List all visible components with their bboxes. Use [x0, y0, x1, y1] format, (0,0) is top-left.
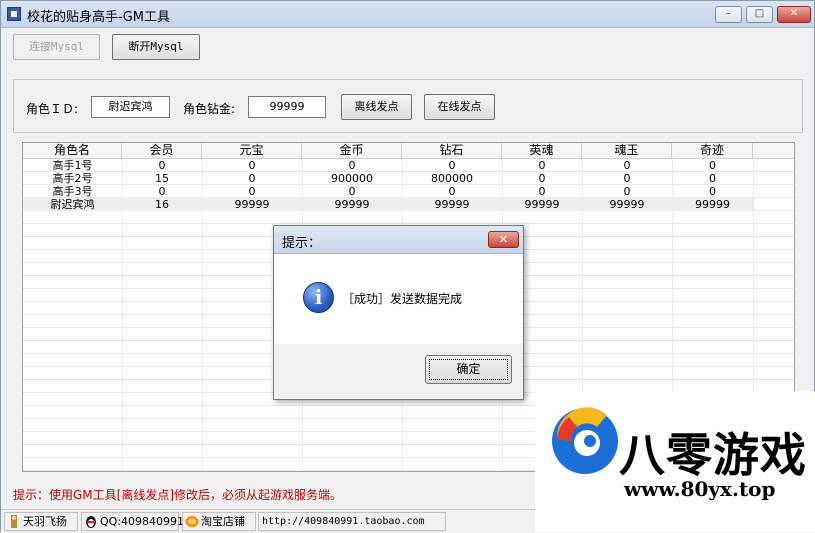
title-bar[interactable]: 校花的贴身高手-GM工具 – □ ✕	[1, 1, 814, 28]
table-cell[interactable]: 高手3号	[23, 185, 122, 198]
dialog-message: ［成功］发送数据完成	[342, 292, 463, 306]
column-header[interactable]: 奇迹	[672, 143, 753, 158]
shop-text: 淘宝店铺	[201, 515, 245, 528]
offline-send-button[interactable]: 离线发点	[341, 94, 412, 120]
column-header[interactable]: 金币	[302, 143, 402, 158]
online-send-button[interactable]: 在线发点	[424, 94, 495, 120]
message-dialog: 提示： ✕ i ［成功］发送数据完成 确定	[273, 225, 524, 400]
table-cell[interactable]: 0	[672, 172, 753, 185]
connect-mysql-button[interactable]: 连接Mysql	[13, 34, 100, 60]
table-cell[interactable]: 99999	[402, 198, 502, 211]
column-header[interactable]: 会员	[122, 143, 202, 158]
window-title: 校花的贴身高手-GM工具	[27, 10, 170, 25]
diamond-label: 角色钻金:	[183, 102, 236, 116]
table-cell[interactable]: 0	[502, 185, 582, 198]
info-icon: i	[303, 282, 334, 313]
table-cell[interactable]: 800000	[402, 172, 502, 185]
person-icon	[11, 515, 17, 528]
table-cell[interactable]: 0	[302, 159, 402, 172]
table-cell[interactable]: 0	[302, 185, 402, 198]
table-cell[interactable]: 0	[582, 172, 672, 185]
table-cell[interactable]: 0	[402, 159, 502, 172]
table-cell[interactable]: 0	[202, 185, 302, 198]
dialog-title: 提示：	[282, 236, 322, 251]
qq-text: QQ:409840991	[100, 515, 185, 528]
send-points-group: 角色ＩＤ: 尉迟宾鸿 角色钻金: 99999 离线发点 在线发点	[13, 79, 803, 133]
column-header[interactable]: 角色名	[23, 143, 122, 158]
hint-text: 提示：使用GM工具[离线发点]修改后，必须从起游戏服务端。	[13, 488, 343, 502]
table-cell[interactable]: 高手2号	[23, 172, 122, 185]
table-cell[interactable]: 900000	[302, 172, 402, 185]
column-header[interactable]: 英魂	[502, 143, 582, 158]
author-text: 天羽飞扬	[23, 515, 67, 528]
app-icon	[7, 7, 21, 21]
table-cell[interactable]: 0	[122, 159, 202, 172]
watermark-logo-icon	[552, 407, 618, 474]
status-author: 天羽飞扬	[4, 512, 78, 531]
shop-url-link[interactable]: http://409840991.taobao.com	[258, 512, 446, 531]
status-qq: QQ:409840991	[81, 512, 184, 531]
table-cell[interactable]: 0	[582, 185, 672, 198]
close-window-button[interactable]: ✕	[777, 6, 811, 23]
dialog-body: i ［成功］发送数据完成	[274, 254, 523, 344]
column-header[interactable]: 元宝	[202, 143, 302, 158]
taobao-icon	[185, 516, 199, 527]
table-cell[interactable]: 99999	[502, 198, 582, 211]
table-cell[interactable]: 尉迟宾鸿	[23, 198, 122, 211]
table-cell[interactable]: 99999	[302, 198, 402, 211]
table-cell[interactable]: 99999	[672, 198, 753, 211]
minimize-button[interactable]: –	[715, 6, 742, 23]
role-id-input[interactable]: 尉迟宾鸿	[91, 96, 170, 118]
table-cell[interactable]: 0	[402, 185, 502, 198]
column-header[interactable]: 钻石	[402, 143, 502, 158]
watermark: 八零游戏 www.80yx.top	[535, 391, 815, 532]
table-cell[interactable]: 0	[502, 159, 582, 172]
watermark-url: www.80yx.top	[624, 477, 776, 501]
maximize-button[interactable]: □	[746, 6, 773, 23]
table-cell[interactable]: 0	[672, 185, 753, 198]
table-cell[interactable]: 0	[202, 159, 302, 172]
role-id-label: 角色ＩＤ:	[26, 102, 79, 116]
table-cell[interactable]: 99999	[202, 198, 302, 211]
diamond-input[interactable]: 99999	[248, 96, 326, 118]
table-cell[interactable]: 15	[122, 172, 202, 185]
ok-button[interactable]: 确定	[425, 355, 512, 384]
table-cell[interactable]: 高手1号	[23, 159, 122, 172]
disconnect-mysql-button[interactable]: 断开Mysql	[112, 34, 200, 60]
watermark-brand: 八零游戏	[619, 428, 807, 482]
table-cell[interactable]: 0	[202, 172, 302, 185]
table-cell[interactable]: 0	[672, 159, 753, 172]
column-header[interactable]: 魂玉	[582, 143, 672, 158]
dialog-title-bar[interactable]: 提示： ✕	[274, 226, 523, 254]
table-cell[interactable]: 0	[582, 159, 672, 172]
table-header: 角色名 会员 元宝 金币 钻石 英魂 魂玉 奇迹	[23, 143, 794, 159]
status-shop: 淘宝店铺	[182, 512, 256, 531]
table-cell[interactable]: 99999	[582, 198, 672, 211]
table-cell[interactable]: 16	[122, 198, 202, 211]
dialog-close-button[interactable]: ✕	[488, 231, 519, 248]
table-cell[interactable]: 0	[122, 185, 202, 198]
table-cell[interactable]: 0	[502, 172, 582, 185]
qq-penguin-icon	[86, 516, 96, 528]
